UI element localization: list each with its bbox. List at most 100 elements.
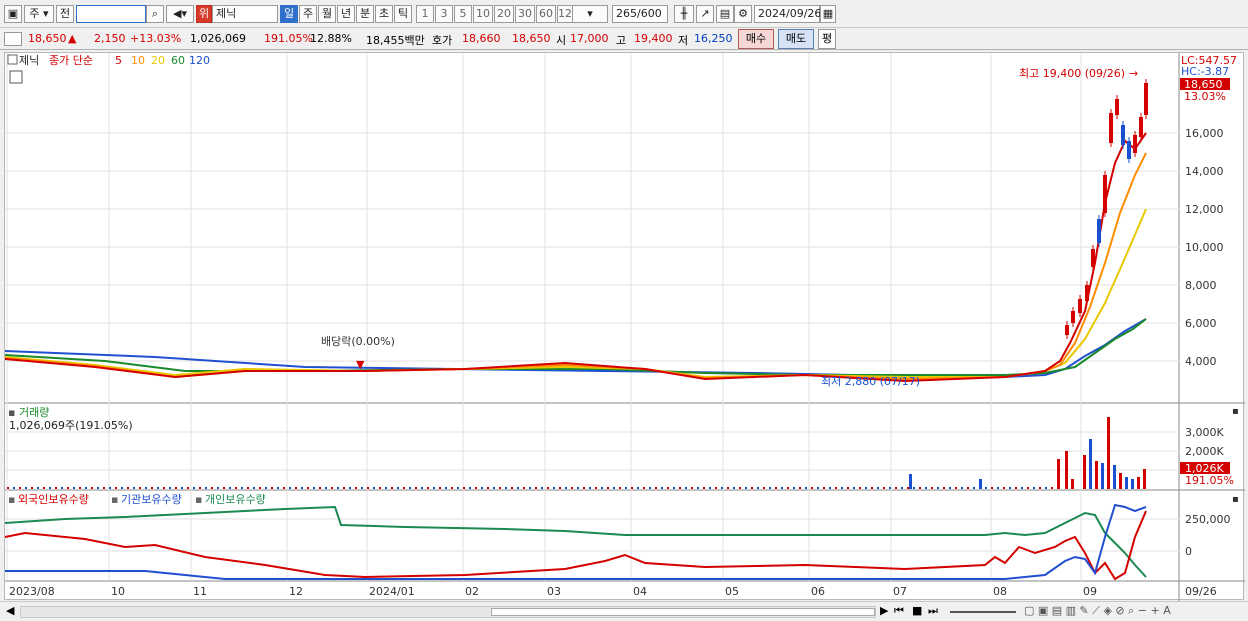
volume-bar bbox=[343, 487, 345, 489]
period-tab-4[interactable]: 분 bbox=[356, 5, 374, 23]
sound-icon[interactable]: ◀▾ bbox=[166, 5, 194, 23]
interval-tab-20[interactable]: 20 bbox=[494, 5, 514, 23]
x-tick-label: 12 bbox=[289, 585, 303, 598]
low-price: 16,250 bbox=[694, 32, 733, 45]
price-y-tick: 10,000 bbox=[1185, 241, 1224, 254]
x-tick-label: 06 bbox=[811, 585, 825, 598]
window-icon[interactable]: ▣ bbox=[4, 5, 22, 23]
volume-bar bbox=[793, 487, 795, 489]
fast-forward-icon[interactable]: ⏭ bbox=[928, 604, 938, 618]
interval-tab-30[interactable]: 30 bbox=[515, 5, 535, 23]
volume-bar bbox=[649, 487, 651, 489]
interval-tab-5[interactable]: 5 bbox=[454, 5, 472, 23]
x-tick-label: 03 bbox=[547, 585, 561, 598]
volume-bar bbox=[1101, 463, 1104, 489]
code-input[interactable]: 123330 bbox=[76, 5, 146, 23]
volume-bar bbox=[691, 487, 693, 489]
period-tab-0[interactable]: 일 bbox=[280, 5, 298, 23]
ma-legend-120: 120 bbox=[189, 54, 210, 67]
volume-bar bbox=[733, 487, 735, 489]
interval-tab-10[interactable]: 10 bbox=[473, 5, 493, 23]
volume-bar bbox=[271, 487, 273, 489]
x-tick-label: 10 bbox=[111, 585, 125, 598]
rewind-icon[interactable]: ⏮ bbox=[894, 604, 904, 618]
price-y-tick: 12,000 bbox=[1185, 203, 1224, 216]
volume-bar bbox=[367, 487, 369, 489]
volume-bar bbox=[97, 487, 99, 489]
candle-body bbox=[1133, 135, 1137, 153]
volume-bar bbox=[307, 487, 309, 489]
low-label: 저 bbox=[678, 34, 689, 47]
price-y-tick: 14,000 bbox=[1185, 165, 1224, 178]
volume-bar bbox=[67, 487, 69, 489]
horizontal-scrollbar[interactable] bbox=[20, 606, 876, 618]
quote-box bbox=[4, 32, 22, 46]
volume-bar bbox=[457, 487, 459, 489]
volume-bar bbox=[85, 487, 87, 489]
open-label: 시 bbox=[556, 34, 567, 47]
volume-bar bbox=[235, 487, 237, 489]
volume-bar bbox=[973, 487, 975, 489]
chart-area[interactable]: 2023/08 10 11 12 2024/01 02 03 04 05 06 07 08 09 09/2… bbox=[4, 52, 1245, 601]
period-tab-2[interactable]: 월 bbox=[318, 5, 336, 23]
save-icon[interactable]: ▤ bbox=[716, 5, 734, 23]
ma-20-line bbox=[5, 208, 1147, 379]
volume-bar bbox=[1119, 473, 1122, 489]
calendar-icon[interactable]: ▦ bbox=[820, 5, 836, 23]
buy-button[interactable]: 매수 bbox=[738, 29, 774, 49]
volume-bar bbox=[7, 487, 9, 489]
x-end-label: 09/26 bbox=[1185, 585, 1217, 598]
average-button[interactable]: 평 bbox=[818, 29, 836, 49]
ma-legend-60: 60 bbox=[171, 54, 185, 67]
ask-price-2: 18,650 bbox=[512, 32, 551, 45]
volume-bar bbox=[625, 487, 627, 489]
volume-bar bbox=[463, 487, 465, 489]
current-pct-tag: 13.03% bbox=[1184, 90, 1226, 103]
holdings-panel-close-icon: ▪ bbox=[1232, 494, 1239, 505]
period-tab-1[interactable]: 주 bbox=[299, 5, 317, 23]
count-field[interactable]: 265/600 bbox=[612, 5, 668, 23]
volume-bar bbox=[193, 487, 195, 489]
candle-body bbox=[1071, 311, 1075, 323]
interval-tab-3[interactable]: 3 bbox=[435, 5, 453, 23]
candle-body bbox=[1103, 175, 1107, 213]
interval-tab-1[interactable]: 1 bbox=[416, 5, 434, 23]
max-arrow-icon: → bbox=[1129, 67, 1138, 80]
period-tab-6[interactable]: 틱 bbox=[394, 5, 412, 23]
period-tab-3[interactable]: 년 bbox=[337, 5, 355, 23]
volume-bar bbox=[115, 487, 117, 489]
hc-label: HC:-3.87 bbox=[1181, 65, 1229, 78]
scrollbar-thumb[interactable] bbox=[491, 608, 875, 616]
scroll-left-icon[interactable]: ◀ bbox=[6, 604, 14, 617]
stock-chart[interactable]: 2023/08 10 11 12 2024/01 02 03 04 05 06 07 08 09 09/2… bbox=[5, 53, 1245, 601]
prev-button[interactable]: 전 bbox=[56, 5, 74, 23]
volume-bar bbox=[583, 487, 585, 489]
volume-bar bbox=[877, 487, 879, 489]
bottom-tool-icons[interactable]: ▢ ▣ ▤ ▥ ✎ ⟋ ◈ ⊘ ⌕ − + A bbox=[1024, 604, 1171, 618]
date-field[interactable]: 2024/09/26 bbox=[754, 5, 821, 23]
volume-bar bbox=[619, 487, 621, 489]
draw-tool-icon[interactable]: ↗ bbox=[696, 5, 714, 23]
settings-gear-icon[interactable]: ⚙ bbox=[734, 5, 752, 23]
zoom-slider[interactable] bbox=[950, 611, 1016, 613]
toolbar: ▣ 주 ▾ 전 123330 ⌕ ◀▾ 위 제닉 일주월년분초틱 1 3 5 10 20… bbox=[0, 0, 1248, 28]
interval-select[interactable]: ▾ bbox=[572, 5, 608, 23]
search-icon[interactable]: ⌕ bbox=[146, 5, 164, 23]
volume-bar bbox=[667, 487, 669, 489]
volume-bar bbox=[967, 487, 969, 489]
scroll-right-icon[interactable]: ▶ bbox=[880, 604, 888, 617]
panel-menu-icon bbox=[7, 54, 18, 65]
volume-bar bbox=[937, 487, 939, 489]
candle-type-icon[interactable]: ╫ bbox=[674, 5, 694, 23]
period-tab-5[interactable]: 초 bbox=[375, 5, 393, 23]
stock-name-field[interactable]: 제닉 bbox=[212, 5, 278, 23]
holdings-legend-marker: ▪ bbox=[195, 493, 202, 506]
sell-button[interactable]: 매도 bbox=[778, 29, 814, 49]
holdings-legend-2: 개인보유수량 bbox=[205, 493, 266, 506]
stop-icon[interactable]: ■ bbox=[912, 604, 922, 617]
market-type-label: 주 bbox=[29, 7, 40, 20]
min-price-annotation: 최저 2,880 (07/17) bbox=[821, 375, 920, 388]
market-type-select[interactable]: 주 ▾ bbox=[24, 5, 54, 23]
volume-bar bbox=[631, 487, 633, 489]
interval-tab-60[interactable]: 60 bbox=[536, 5, 556, 23]
